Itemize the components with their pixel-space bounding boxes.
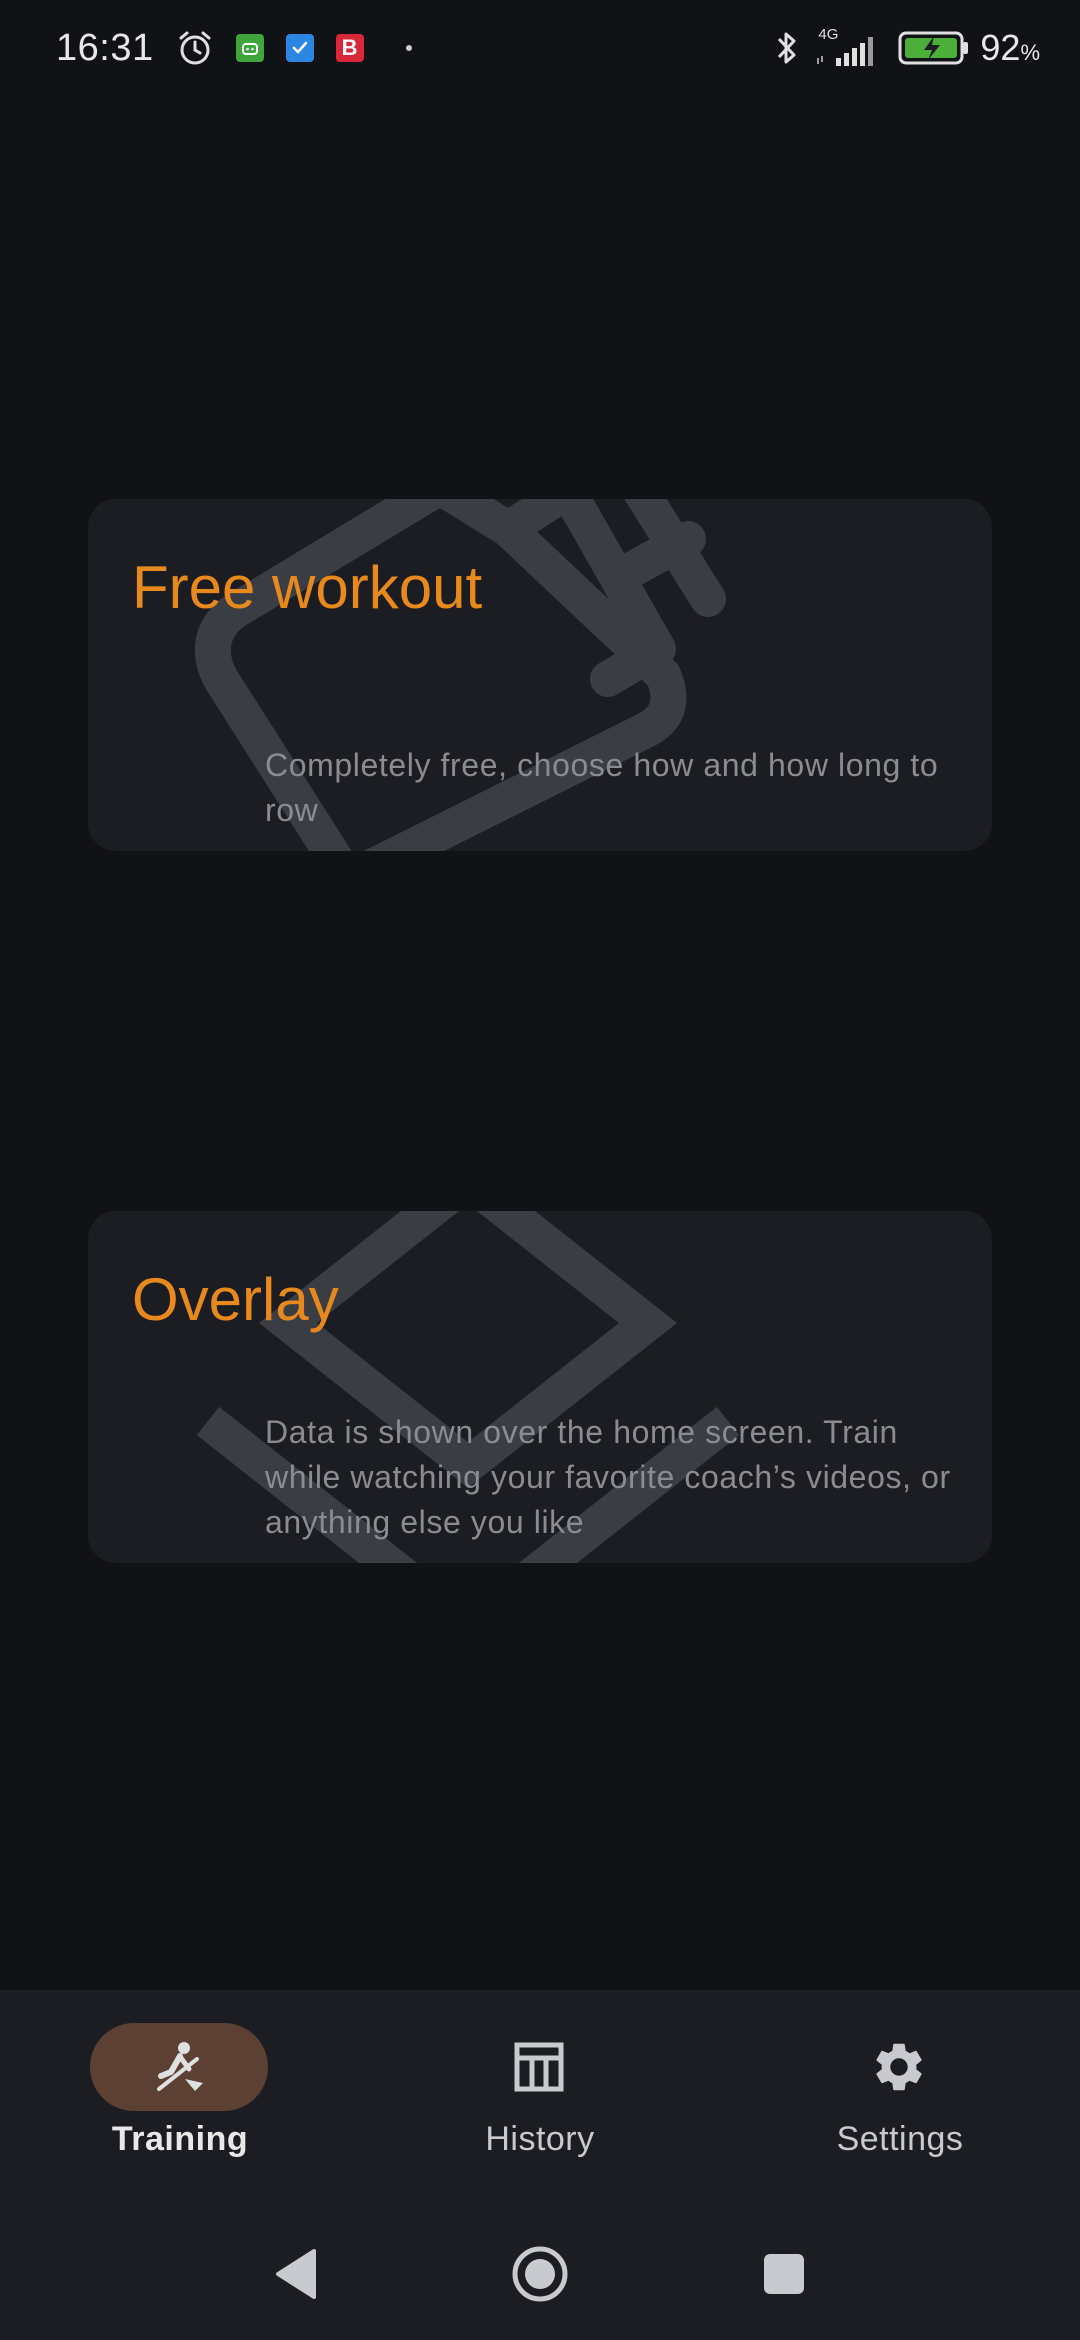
table-icon xyxy=(514,2042,564,2092)
more-notifications-dot xyxy=(405,45,412,51)
nav-icon-container xyxy=(810,2023,988,2111)
battery-percent: 92% xyxy=(980,27,1040,69)
rowing-icon xyxy=(157,2042,203,2091)
signal-icon: 4G xyxy=(814,26,886,70)
battery-percent-unit: % xyxy=(1020,40,1040,65)
nav-label: Settings xyxy=(836,2120,964,2158)
recents-icon[interactable] xyxy=(754,2244,814,2304)
app-screen: 16:31 B 4G 92% Free workout Completely f… xyxy=(0,0,1080,2340)
status-bar: 16:31 B 4G 92% xyxy=(0,0,1080,96)
nav-item-history[interactable]: History xyxy=(360,1990,720,2200)
nav-icon-container xyxy=(450,2023,628,2111)
tasks-app-icon xyxy=(285,34,314,62)
nav-item-settings[interactable]: Settings xyxy=(720,1990,1080,2200)
bluetooth-icon xyxy=(772,28,802,68)
free-workout-card[interactable]: Free workout Completely free, choose how… xyxy=(88,499,992,851)
alarm-icon xyxy=(176,29,214,67)
nav-item-training[interactable]: Training xyxy=(0,1990,360,2200)
bottom-navigation: Training History Settings xyxy=(0,1990,1080,2200)
overlay-card[interactable]: Overlay Data is shown over the home scre… xyxy=(88,1211,992,1563)
card-title: Overlay xyxy=(132,1266,339,1333)
back-icon[interactable] xyxy=(266,2244,326,2304)
nav-active-indicator xyxy=(90,2023,268,2111)
nav-label: Training xyxy=(111,2120,249,2158)
gear-icon xyxy=(876,2043,922,2091)
nav-label: History xyxy=(485,2120,595,2158)
battery-icon xyxy=(898,30,970,66)
status-bar-left: 16:31 B xyxy=(56,27,412,70)
status-time: 16:31 xyxy=(56,26,154,69)
android-app-icon xyxy=(235,34,264,62)
status-bar-right: 4G 92% xyxy=(760,26,1040,70)
card-title: Free workout xyxy=(132,554,483,621)
card-description: Data is shown over the home screen. Trai… xyxy=(265,1414,951,1540)
system-navigation-bar xyxy=(0,2200,1080,2340)
card-description: Completely free, choose how and how long… xyxy=(265,747,939,828)
battery-percent-value: 92 xyxy=(980,27,1021,68)
home-icon[interactable] xyxy=(510,2244,570,2304)
b-app-icon: B xyxy=(335,34,364,62)
